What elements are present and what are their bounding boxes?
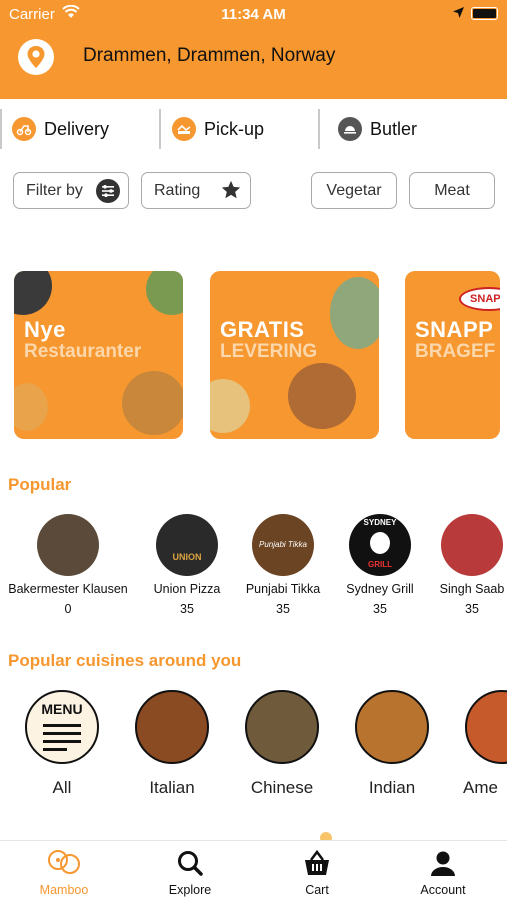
scooter-icon bbox=[12, 117, 36, 141]
mode-delivery[interactable]: Delivery bbox=[12, 107, 109, 151]
food-image bbox=[146, 271, 183, 315]
menu-line bbox=[43, 732, 81, 735]
banner-title: GRATIS bbox=[220, 317, 305, 342]
tab-cart[interactable]: Cart bbox=[267, 847, 367, 897]
basket-icon bbox=[267, 847, 367, 879]
popular-heading: Popular bbox=[8, 475, 72, 494]
cuisine-chinese[interactable]: Chinese bbox=[227, 690, 337, 798]
tab-label: Account bbox=[420, 883, 466, 897]
food-image bbox=[122, 371, 183, 435]
tab-mamboo[interactable]: Mamboo bbox=[14, 847, 114, 897]
restaurant-count: 0 bbox=[64, 602, 72, 616]
restaurant-logo bbox=[441, 514, 503, 576]
mode-pickup[interactable]: Pick-up bbox=[172, 107, 264, 151]
filter-icon bbox=[96, 179, 120, 203]
battery-icon bbox=[471, 7, 498, 20]
food-image bbox=[14, 383, 48, 431]
current-location[interactable]: Drammen, Drammen, Norway bbox=[83, 45, 335, 67]
mode-butler[interactable]: Butler bbox=[338, 107, 417, 151]
restaurant-logo bbox=[37, 514, 99, 576]
cuisine-label: Chinese bbox=[250, 778, 314, 797]
logo-text: GRILL bbox=[368, 560, 392, 569]
divider bbox=[318, 109, 320, 149]
meat-label: Meat bbox=[434, 181, 470, 199]
cuisine-label: All bbox=[52, 778, 72, 797]
pickup-icon bbox=[172, 117, 196, 141]
cuisine-image bbox=[355, 690, 429, 764]
restaurant-count: 35 bbox=[465, 602, 479, 616]
cuisine-indian[interactable]: Indian bbox=[337, 690, 447, 798]
butler-icon bbox=[338, 117, 362, 141]
mamboo-icon bbox=[14, 847, 114, 879]
cuisines-heading: Popular cuisines around you bbox=[8, 651, 242, 670]
burger-image bbox=[288, 363, 356, 429]
menu-line bbox=[43, 740, 81, 743]
banner-free-delivery[interactable]: GRATIS LEVERING bbox=[210, 271, 379, 439]
cuisine-label: Italian bbox=[149, 778, 195, 797]
search-icon bbox=[140, 847, 240, 879]
mode-butler-label: Butler bbox=[370, 118, 418, 139]
cuisine-american[interactable]: Ame bbox=[447, 690, 507, 798]
tab-label: Explore bbox=[168, 883, 212, 897]
bottom-tab-bar: Mamboo Explore Cart Account bbox=[0, 840, 507, 900]
cuisine-image bbox=[245, 690, 319, 764]
menu-icon-text: MENU bbox=[41, 701, 83, 717]
food-image bbox=[210, 379, 250, 433]
divider bbox=[159, 109, 161, 149]
status-bar: Carrier 11:34 AM bbox=[0, 0, 507, 28]
vegetar-label: Vegetar bbox=[326, 181, 382, 199]
restaurant-item[interactable]: Singh Saab 35 bbox=[412, 514, 507, 616]
restaurant-item[interactable]: Bakermester Klausen 0 bbox=[8, 514, 128, 616]
tab-label: Mamboo bbox=[39, 883, 89, 897]
banner-subtitle: LEVERING bbox=[220, 341, 318, 362]
header-bar: Carrier 11:34 AM Drammen, Drammen, Norwa… bbox=[0, 0, 507, 99]
location-arrow-icon bbox=[453, 7, 464, 18]
cuisine-label: Ame bbox=[463, 778, 498, 797]
rating-filter-button[interactable]: Rating bbox=[141, 172, 251, 209]
menu-icon: MENU bbox=[25, 690, 99, 764]
location-pin-icon[interactable] bbox=[17, 38, 55, 76]
banner-title: Nye bbox=[24, 317, 66, 342]
mode-pickup-label: Pick-up bbox=[204, 118, 265, 139]
rating-label: Rating bbox=[154, 181, 201, 199]
filter-by-button[interactable]: Filter by bbox=[13, 172, 129, 209]
menu-line bbox=[43, 724, 81, 727]
mode-delivery-label: Delivery bbox=[44, 118, 110, 139]
cuisine-image bbox=[465, 690, 507, 764]
menu-line bbox=[43, 748, 67, 751]
logo-text: SYDNEY bbox=[363, 518, 397, 527]
cuisine-italian[interactable]: Italian bbox=[117, 690, 227, 798]
divider bbox=[0, 109, 2, 149]
meat-filter-button[interactable]: Meat bbox=[409, 172, 495, 209]
restaurant-name: Bakermester Klausen bbox=[8, 582, 128, 596]
vegetar-filter-button[interactable]: Vegetar bbox=[311, 172, 397, 209]
mode-selector: Delivery Pick-up Butler bbox=[0, 107, 507, 151]
star-icon bbox=[221, 180, 241, 199]
food-image bbox=[14, 271, 52, 315]
banner-title: SNAPP bbox=[415, 317, 494, 342]
cuisine-image bbox=[135, 690, 209, 764]
restaurant-logo: SYDNEY GRILL bbox=[349, 514, 411, 576]
snapp-logo: SNAPP bbox=[459, 287, 500, 311]
restaurant-logo: Punjabi Tikka bbox=[252, 514, 314, 576]
user-icon bbox=[393, 847, 493, 879]
restaurant-logo: UNION bbox=[156, 514, 218, 576]
banner-new-restaurants[interactable]: Nye Restauranter bbox=[14, 271, 183, 439]
logo-text: Punjabi Tikka bbox=[259, 540, 307, 549]
chef-icon bbox=[370, 532, 390, 554]
banner-subtitle: Restauranter bbox=[24, 341, 142, 362]
clock: 11:34 AM bbox=[221, 6, 286, 23]
tab-label: Cart bbox=[305, 883, 329, 897]
tab-explore[interactable]: Explore bbox=[140, 847, 240, 897]
food-image bbox=[330, 277, 379, 349]
filter-by-label: Filter by bbox=[26, 181, 83, 199]
logo-text: UNION bbox=[172, 552, 202, 562]
tab-account[interactable]: Account bbox=[393, 847, 493, 897]
cuisine-label: Indian bbox=[368, 778, 416, 797]
restaurant-name: Singh Saab bbox=[439, 582, 505, 596]
banner-subtitle: BRAGEF bbox=[415, 341, 496, 362]
banner-snapp[interactable]: SNAPP SNAPP BRAGEF bbox=[405, 271, 500, 439]
cuisine-all[interactable]: MENU All bbox=[7, 690, 117, 798]
